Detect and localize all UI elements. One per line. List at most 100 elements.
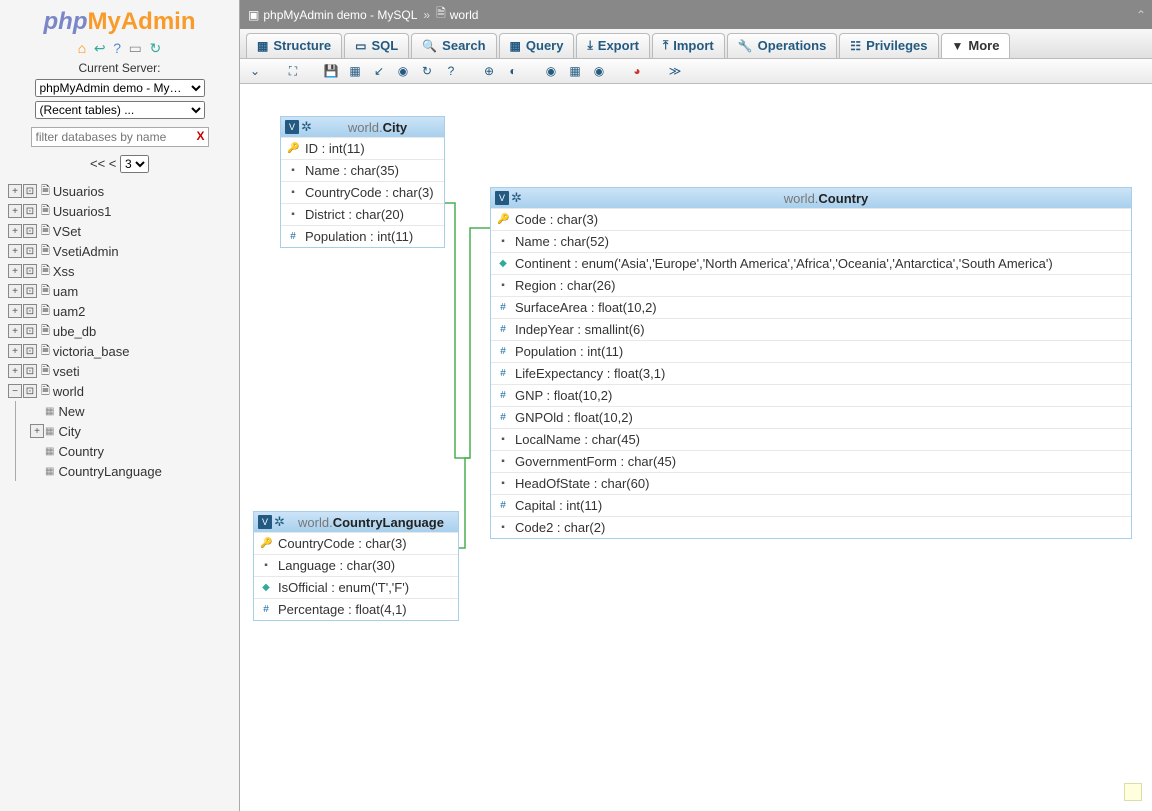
column-row[interactable]: ◆IsOfficial : enum('T','F') — [254, 576, 458, 598]
db-item[interactable]: +⊡🗎Xss — [8, 261, 231, 281]
reload-icon[interactable]: ↻ — [150, 40, 162, 57]
db-item[interactable]: +⊡🗎VsetiAdmin — [8, 241, 231, 261]
logout-icon[interactable]: ↩ — [94, 40, 106, 57]
tab-export[interactable]: ⤓Export — [576, 33, 649, 58]
db-label[interactable]: vseti — [53, 364, 80, 379]
table-item[interactable]: ▦Country — [30, 441, 231, 461]
link-icon[interactable]: ⊡ — [23, 304, 37, 318]
tab-privileges[interactable]: ☷Privileges — [839, 33, 938, 58]
db-label[interactable]: Usuarios — [53, 184, 104, 199]
filter-databases-input[interactable] — [31, 127, 209, 147]
db-item[interactable]: +⊡🗎Usuarios1 — [8, 201, 231, 221]
tab-operations[interactable]: 🔧Operations — [727, 33, 838, 58]
designer-table-city[interactable]: V✲world.City🔑ID : int(11)▪Name : char(35… — [280, 116, 445, 248]
tab-search[interactable]: 🔍Search — [411, 33, 496, 58]
db-item[interactable]: +⊡🗎victoria_base — [8, 341, 231, 361]
link-icon[interactable]: ⊡ — [23, 324, 37, 338]
table-item[interactable]: +▦City — [30, 421, 231, 441]
table-label[interactable]: Country — [58, 444, 104, 459]
db-item[interactable]: +⊡🗎Usuarios — [8, 181, 231, 201]
column-row[interactable]: #GNPOld : float(10,2) — [491, 406, 1131, 428]
column-row[interactable]: 🔑CountryCode : char(3) — [254, 532, 458, 554]
link-icon[interactable]: ⊡ — [23, 364, 37, 378]
db-item[interactable]: +⊡🗎uam2 — [8, 301, 231, 321]
column-row[interactable]: #SurfaceArea : float(10,2) — [491, 296, 1131, 318]
expand-icon[interactable]: + — [8, 224, 22, 238]
link-icon[interactable]: ⊡ — [23, 384, 37, 398]
column-row[interactable]: ▪Region : char(26) — [491, 274, 1131, 296]
table-header[interactable]: V✲world.Country — [491, 188, 1131, 208]
column-row[interactable]: #IndepYear : smallint(6) — [491, 318, 1131, 340]
tab-structure[interactable]: ▦Structure — [246, 33, 342, 58]
db-label[interactable]: uam2 — [53, 304, 86, 319]
link-icon[interactable]: ⊡ — [23, 204, 37, 218]
toolbar-angular-icon[interactable]: ◐ — [504, 62, 522, 80]
column-row[interactable]: ▪District : char(20) — [281, 203, 444, 225]
column-row[interactable]: #Population : int(11) — [281, 225, 444, 247]
toolbar-save-icon[interactable]: 💾 — [322, 62, 340, 80]
table-label[interactable]: City — [58, 424, 80, 439]
sql-icon[interactable]: ▭ — [129, 40, 142, 57]
column-row[interactable]: ◆Continent : enum('Asia','Europe','North… — [491, 252, 1131, 274]
column-row[interactable]: #Percentage : float(4,1) — [254, 598, 458, 620]
expand-icon[interactable]: − — [8, 384, 22, 398]
table-item[interactable]: ▦New — [30, 401, 231, 421]
link-icon[interactable]: ⊡ — [23, 264, 37, 278]
table-label[interactable]: CountryLanguage — [58, 464, 161, 479]
table-label[interactable]: New — [58, 404, 84, 419]
db-item[interactable]: +⊡🗎ube_db — [8, 321, 231, 341]
db-label[interactable]: uam — [53, 284, 78, 299]
logo[interactable]: phpMyAdmin — [0, 0, 239, 38]
column-row[interactable]: 🔑Code : char(3) — [491, 208, 1131, 230]
expand-icon[interactable]: + — [8, 264, 22, 278]
table-options-icon[interactable]: ✲ — [274, 514, 288, 530]
expand-icon[interactable]: + — [8, 244, 22, 258]
table-header[interactable]: V✲world.City — [281, 117, 444, 137]
expand-icon[interactable]: + — [8, 344, 22, 358]
column-row[interactable]: ▪CountryCode : char(3) — [281, 181, 444, 203]
toolbar-more-icon[interactable]: ≫ — [666, 62, 684, 80]
column-row[interactable]: #Population : int(11) — [491, 340, 1131, 362]
link-icon[interactable]: ⊡ — [23, 224, 37, 238]
tab-import[interactable]: ⤒Import — [652, 33, 725, 58]
db-label[interactable]: VSet — [53, 224, 81, 239]
column-row[interactable]: ▪GovernmentForm : char(45) — [491, 450, 1131, 472]
tab-sql[interactable]: ▭SQL — [344, 33, 409, 58]
toolbar-snap-icon[interactable]: ◉ — [542, 62, 560, 80]
column-row[interactable]: #Capital : int(11) — [491, 494, 1131, 516]
breadcrumb-server[interactable]: phpMyAdmin demo - MySQL — [263, 8, 417, 22]
toolbar-pdf-icon[interactable]: ◕ — [628, 62, 646, 80]
home-icon[interactable]: ⌂ — [78, 40, 86, 56]
db-label[interactable]: Usuarios1 — [53, 204, 112, 219]
filter-clear-icon[interactable]: X — [196, 129, 204, 143]
toolbar-small-icon[interactable]: ▦ — [566, 62, 584, 80]
column-row[interactable]: ▪Language : char(30) — [254, 554, 458, 576]
toolbar-toggle-icon[interactable]: ⌄ — [246, 62, 264, 80]
column-row[interactable]: ▪Name : char(52) — [491, 230, 1131, 252]
table-header[interactable]: V✲world.CountryLanguage — [254, 512, 458, 532]
column-row[interactable]: ▪Code2 : char(2) — [491, 516, 1131, 538]
db-item[interactable]: +⊡🗎vseti — [8, 361, 231, 381]
db-item[interactable]: +⊡🗎uam — [8, 281, 231, 301]
bottom-note-icon[interactable] — [1124, 783, 1142, 801]
db-label[interactable]: Xss — [53, 264, 75, 279]
db-item[interactable]: +⊡🗎VSet — [8, 221, 231, 241]
column-row[interactable]: ▪HeadOfState : char(60) — [491, 472, 1131, 494]
db-item[interactable]: −⊡🗎world — [8, 381, 231, 401]
table-visible-icon[interactable]: V — [258, 515, 272, 529]
page-prev[interactable]: << < — [90, 156, 116, 171]
expand-icon[interactable]: + — [8, 184, 22, 198]
table-options-icon[interactable]: ✲ — [301, 119, 315, 135]
designer-table-countrylanguage[interactable]: V✲world.CountryLanguage🔑CountryCode : ch… — [253, 511, 459, 621]
tab-query[interactable]: ▦Query — [499, 33, 575, 58]
table-visible-icon[interactable]: V — [285, 120, 299, 134]
link-icon[interactable]: ⊡ — [23, 184, 37, 198]
expand-icon[interactable]: + — [30, 424, 44, 438]
expand-icon[interactable]: + — [8, 204, 22, 218]
toolbar-choose-icon[interactable]: ◉ — [394, 62, 412, 80]
column-row[interactable]: ▪Name : char(35) — [281, 159, 444, 181]
column-row[interactable]: #LifeExpectancy : float(3,1) — [491, 362, 1131, 384]
db-label[interactable]: world — [53, 384, 84, 399]
column-row[interactable]: ▪LocalName : char(45) — [491, 428, 1131, 450]
link-icon[interactable]: ⊡ — [23, 284, 37, 298]
